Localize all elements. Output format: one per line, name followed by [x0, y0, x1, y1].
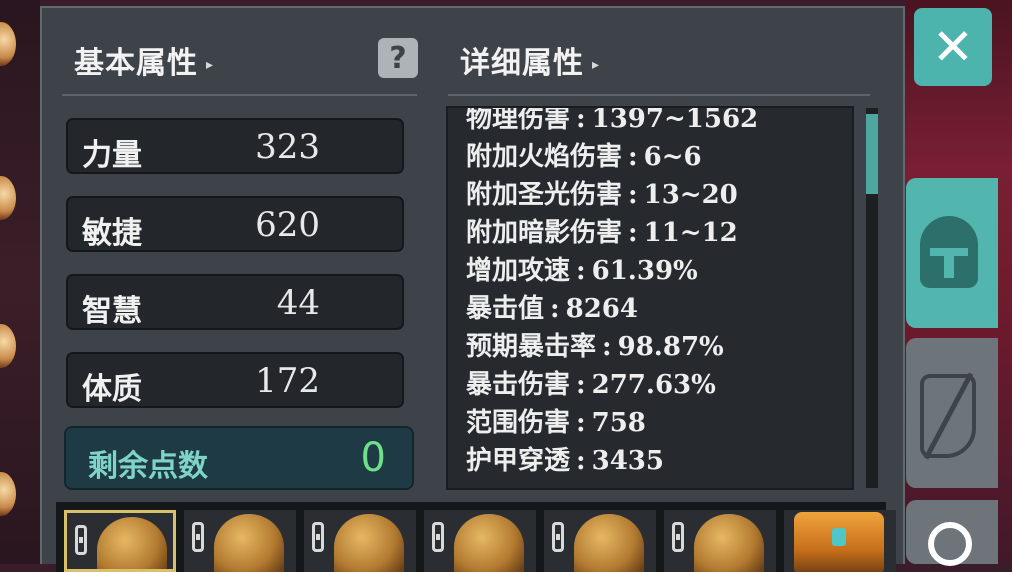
detail-item: 范围伤害:758	[466, 408, 646, 438]
stat-row-strength: 力量 323	[66, 118, 404, 174]
helmet-item-icon	[214, 514, 284, 572]
stat-label: 体质	[82, 372, 142, 407]
detail-item: 增加攻速:61.39%	[466, 256, 698, 286]
scrollbar-thumb[interactable]	[866, 114, 878, 194]
attributes-panel: 基本属性 ▸ ? 详细属性 ▸ 力量 323 敏捷 620 智慧 44 体质 172…	[40, 6, 905, 572]
lock-icon	[672, 522, 684, 552]
lock-icon	[432, 522, 444, 552]
equipment-slot[interactable]	[664, 510, 776, 572]
background-left	[0, 0, 40, 564]
helmet-item-icon	[574, 514, 644, 572]
basic-attributes-title: 基本属性	[74, 46, 198, 81]
close-button[interactable]: ✕	[914, 8, 992, 86]
detail-attributes-header[interactable]: 详细属性 ▸	[460, 38, 600, 82]
stat-row-wisdom: 智慧 44	[66, 274, 404, 330]
help-icon[interactable]: ?	[378, 38, 418, 78]
detail-attributes-list[interactable]: 物理伤害:1397~1562 附加火焰伤害:6~6 附加圣光伤害:13~20 附…	[446, 106, 854, 490]
equipment-slot[interactable]	[424, 510, 536, 572]
stat-row-agility: 敏捷 620	[66, 196, 404, 252]
chest-item-icon	[794, 512, 884, 572]
stat-label: 力量	[82, 138, 142, 173]
detail-item: 附加火焰伤害:6~6	[466, 142, 702, 172]
equipment-bar	[56, 502, 896, 572]
helmet-item-icon	[334, 514, 404, 572]
medal-icon	[0, 176, 16, 220]
equipment-slot[interactable]	[544, 510, 656, 572]
detail-scrollbar[interactable]	[866, 108, 878, 488]
detail-item: 预期暴击率:98.87%	[466, 332, 724, 362]
caret-icon: ▸	[592, 57, 601, 73]
detail-item: 附加圣光伤害:13~20	[466, 180, 738, 210]
divider	[62, 94, 417, 96]
stat-value: 620	[255, 205, 320, 245]
equipment-slot[interactable]	[184, 510, 296, 572]
tab-armor[interactable]	[906, 178, 998, 328]
helmet-item-icon	[454, 514, 524, 572]
helmet-item-icon	[694, 514, 764, 572]
medal-icon	[0, 472, 16, 516]
caret-icon: ▸	[206, 57, 215, 73]
tab-gloves[interactable]	[906, 338, 998, 488]
divider	[448, 94, 870, 96]
remaining-points-value: 0	[360, 435, 386, 481]
detail-item: 附加暗影伤害:11~12	[466, 218, 738, 248]
gloves-icon	[920, 374, 976, 458]
detail-item: 物理伤害:1397~1562	[466, 106, 759, 134]
stat-row-constitution: 体质 172	[66, 352, 404, 408]
stat-value: 172	[255, 361, 320, 401]
lock-icon	[192, 522, 204, 552]
lock-icon	[552, 522, 564, 552]
medal-icon	[0, 22, 16, 66]
lock-icon	[312, 522, 324, 552]
tab-ring[interactable]	[906, 500, 998, 566]
ring-icon	[928, 522, 972, 566]
medal-icon	[0, 324, 16, 368]
stat-label: 智慧	[82, 294, 142, 329]
lock-icon	[75, 525, 87, 555]
helmet-icon	[920, 216, 978, 288]
stat-label: 敏捷	[82, 216, 142, 251]
stat-value: 44	[276, 283, 320, 323]
detail-item: 暴击值:8264	[466, 294, 638, 324]
equipment-slot[interactable]	[784, 510, 896, 572]
remaining-points-label: 剩余点数	[88, 449, 208, 484]
equipment-slot[interactable]	[64, 510, 176, 572]
detail-item: 护甲穿透:3435	[466, 446, 664, 476]
basic-attributes-header[interactable]: 基本属性 ▸	[74, 38, 214, 82]
stat-value: 323	[255, 127, 320, 167]
detail-item: 暴击伤害:277.63%	[466, 370, 716, 400]
detail-attributes-title: 详细属性	[460, 46, 584, 81]
equipment-slot[interactable]	[304, 510, 416, 572]
remaining-points: 剩余点数 0	[64, 426, 414, 490]
